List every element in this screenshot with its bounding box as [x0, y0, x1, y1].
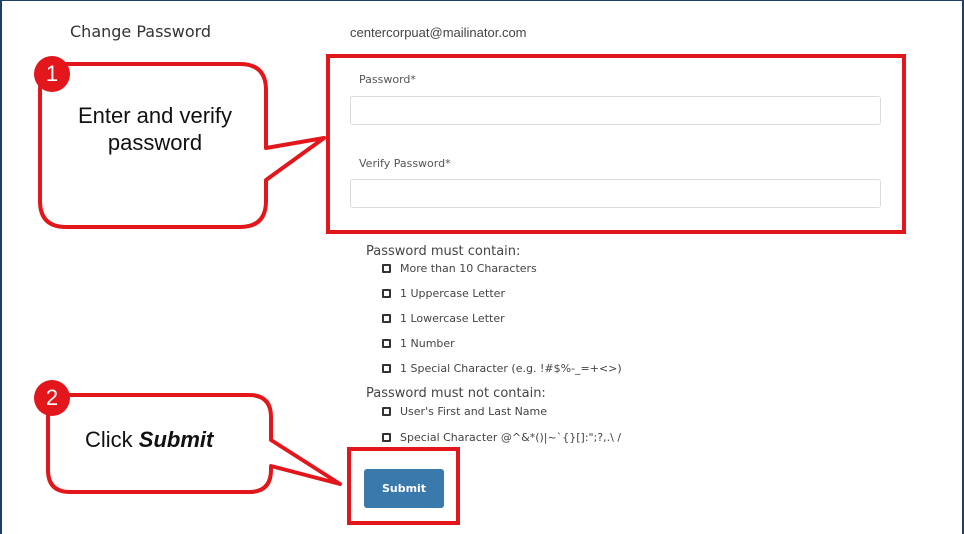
callout-shapes — [38, 62, 342, 494]
callout-2-prefix: Click — [85, 427, 139, 452]
callout-2-text: Click Submit — [60, 427, 295, 453]
callout-2-emphasis: Submit — [138, 427, 214, 452]
step-1-badge: 1 — [34, 56, 70, 92]
callout-1-text: Enter and verify password — [77, 103, 233, 155]
step-2-badge: 2 — [34, 380, 70, 416]
